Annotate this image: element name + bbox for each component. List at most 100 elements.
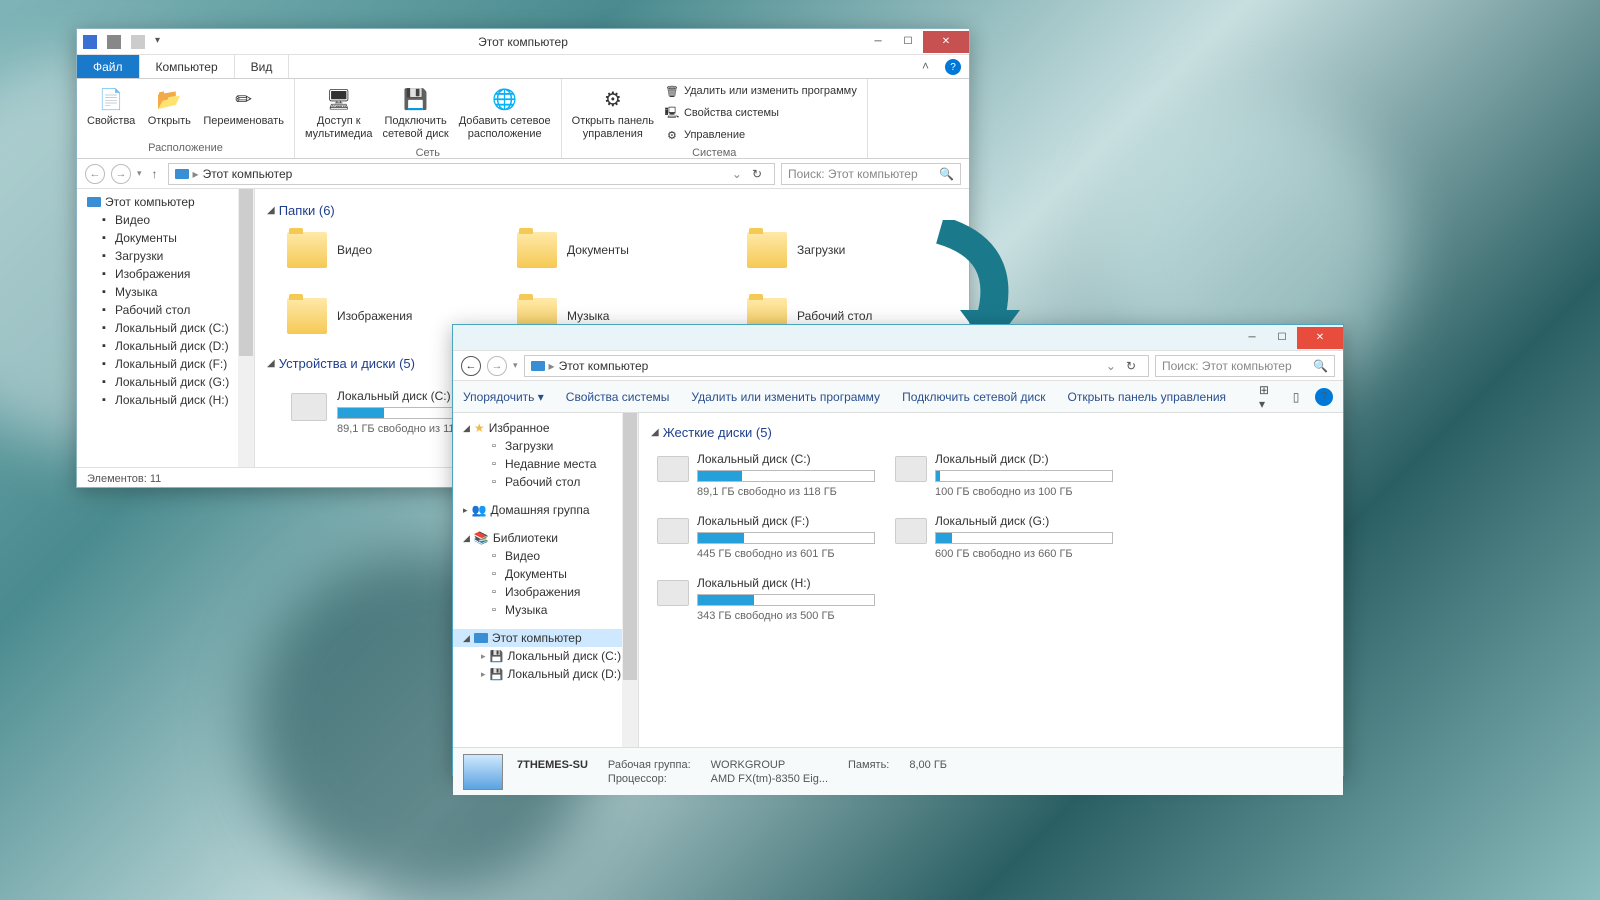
- tree-item[interactable]: ▪Рабочий стол: [77, 301, 254, 319]
- open-button[interactable]: 📂Открыть: [141, 81, 197, 140]
- drive-item[interactable]: Локальный диск (D:)100 ГБ свободно из 10…: [895, 452, 1113, 498]
- minimize-button[interactable]: ─: [1237, 327, 1267, 349]
- item-icon: ▫: [487, 549, 501, 563]
- tree-item[interactable]: ▪Изображения: [77, 265, 254, 283]
- titlebar[interactable]: ▾ Этот компьютер ─ ☐ ✕: [77, 29, 969, 55]
- drive-icon: [895, 518, 927, 544]
- tree-item[interactable]: ▫Документы: [453, 565, 638, 583]
- search-input[interactable]: Поиск: Этот компьютер🔍: [781, 163, 961, 185]
- breadcrumb-separator[interactable]: ▸: [193, 167, 199, 181]
- tree-item[interactable]: ▪Локальный диск (G:): [77, 373, 254, 391]
- tree-item[interactable]: ▫Музыка: [453, 601, 638, 619]
- detail-label: Память:: [848, 759, 889, 771]
- control-panel-button[interactable]: ⚙Открыть панель управления: [568, 81, 658, 145]
- qat-dropdown-icon[interactable]: ▾: [155, 35, 169, 49]
- media-access-button[interactable]: 🖥Доступ к мультимедиа: [301, 81, 377, 145]
- search-input[interactable]: Поиск: Этот компьютер🔍: [1155, 355, 1335, 377]
- tree-item[interactable]: ▫Недавние места: [453, 455, 638, 473]
- close-button[interactable]: ✕: [923, 31, 969, 53]
- map-network-drive-button[interactable]: Подключить сетевой диск: [902, 390, 1045, 404]
- tab-file[interactable]: Файл: [77, 55, 140, 78]
- up-button[interactable]: ↑: [148, 167, 162, 181]
- tab-view[interactable]: Вид: [235, 55, 290, 78]
- manage-button[interactable]: ⚙Управление: [660, 125, 861, 145]
- refresh-button[interactable]: ↻: [746, 167, 768, 181]
- maximize-button[interactable]: ☐: [893, 31, 923, 53]
- search-icon: 🔍: [1313, 359, 1328, 373]
- tree-item[interactable]: ▪Локальный диск (C:): [77, 319, 254, 337]
- system-properties-button[interactable]: 🖳Свойства системы: [660, 103, 861, 123]
- section-header-drives[interactable]: ◢Жесткие диски (5): [651, 425, 1331, 440]
- tree-item[interactable]: ▫Изображения: [453, 583, 638, 601]
- drive-item[interactable]: Локальный диск (F:)445 ГБ свободно из 60…: [657, 514, 875, 560]
- help-icon[interactable]: ?: [1315, 388, 1333, 406]
- properties-button[interactable]: 📄Свойства: [83, 81, 139, 140]
- folder-item[interactable]: Документы: [517, 232, 697, 268]
- tab-computer[interactable]: Компьютер: [140, 55, 235, 78]
- tree-item[interactable]: ▫Рабочий стол: [453, 473, 638, 491]
- tree-homegroup[interactable]: ▸ 👥 Домашняя группа: [453, 501, 638, 519]
- tree-favorites[interactable]: ◢ ★ Избранное: [453, 419, 638, 437]
- history-dropdown-icon[interactable]: ▾: [513, 360, 518, 371]
- titlebar[interactable]: ─ ☐ ✕: [453, 325, 1343, 351]
- tree-item[interactable]: ▪Локальный диск (H:): [77, 391, 254, 409]
- history-dropdown-icon[interactable]: ▾: [137, 168, 142, 179]
- tree-item[interactable]: ▫Видео: [453, 547, 638, 565]
- view-options-icon[interactable]: ⊞ ▾: [1259, 388, 1277, 406]
- drive-capacity-bar: [697, 470, 875, 482]
- breadcrumb-dropdown-icon[interactable]: ⌄: [732, 167, 742, 181]
- tree-this-pc[interactable]: ◢ Этот компьютер: [453, 629, 638, 647]
- tree-root-this-pc[interactable]: Этот компьютер: [77, 193, 254, 211]
- rename-button[interactable]: ✏Переименовать: [199, 81, 288, 140]
- folder-item[interactable]: Загрузки: [747, 232, 927, 268]
- breadcrumb[interactable]: ▸ Этот компьютер ⌄ ↻: [524, 355, 1149, 377]
- tree-libraries[interactable]: ◢ 📚 Библиотеки: [453, 529, 638, 547]
- back-button[interactable]: ←: [85, 164, 105, 184]
- tree-item[interactable]: ▪Локальный диск (D:): [77, 337, 254, 355]
- control-panel-button[interactable]: Открыть панель управления: [1067, 390, 1226, 404]
- minimize-button[interactable]: ─: [863, 31, 893, 53]
- drive-capacity-bar: [935, 470, 1113, 482]
- item-icon: ▫: [487, 585, 501, 599]
- preview-pane-icon[interactable]: ▯: [1287, 388, 1305, 406]
- tree-item[interactable]: ▪Видео: [77, 211, 254, 229]
- tree-item[interactable]: ▪Загрузки: [77, 247, 254, 265]
- map-network-drive-button[interactable]: 💾Подключить сетевой диск: [379, 81, 453, 145]
- collapse-ribbon-icon[interactable]: ˄: [914, 55, 937, 78]
- add-network-location-button[interactable]: 🌐Добавить сетевое расположение: [455, 81, 555, 145]
- forward-button[interactable]: →: [487, 356, 507, 376]
- qat-icon[interactable]: [131, 35, 145, 49]
- refresh-button[interactable]: ↻: [1120, 359, 1142, 373]
- breadcrumb-segment[interactable]: Этот компьютер: [559, 359, 649, 373]
- tree-item[interactable]: ▪Музыка: [77, 283, 254, 301]
- tree-item[interactable]: ▪Локальный диск (F:): [77, 355, 254, 373]
- drive-item[interactable]: Локальный диск (C:)89,1 ГБ свободно из 1…: [657, 452, 875, 498]
- folder-icon: [517, 232, 557, 268]
- drive-item[interactable]: Локальный диск (H:)343 ГБ свободно из 50…: [657, 576, 875, 622]
- uninstall-program-button[interactable]: Удалить или изменить программу: [691, 390, 880, 404]
- breadcrumb-segment[interactable]: Этот компьютер: [203, 167, 293, 181]
- organize-button[interactable]: Упорядочить ▾: [463, 390, 544, 404]
- tree-item[interactable]: ▸ 💾Локальный диск (D:): [453, 665, 638, 683]
- back-button[interactable]: ←: [461, 356, 481, 376]
- tree-item[interactable]: ▫Загрузки: [453, 437, 638, 455]
- breadcrumb[interactable]: ▸ Этот компьютер ⌄ ↻: [168, 163, 775, 185]
- system-properties-button[interactable]: Свойства системы: [566, 390, 670, 404]
- close-button[interactable]: ✕: [1297, 327, 1343, 349]
- scrollbar[interactable]: [238, 189, 254, 467]
- maximize-button[interactable]: ☐: [1267, 327, 1297, 349]
- scrollbar[interactable]: [622, 413, 638, 747]
- uninstall-program-button[interactable]: 🗑Удалить или изменить программу: [660, 81, 861, 101]
- tree-item[interactable]: ▸ 💾Локальный диск (C:): [453, 647, 638, 665]
- item-icon: ▪: [97, 393, 111, 407]
- forward-button[interactable]: →: [111, 164, 131, 184]
- breadcrumb-separator[interactable]: ▸: [549, 359, 555, 373]
- help-icon[interactable]: ?: [945, 59, 961, 75]
- breadcrumb-dropdown-icon[interactable]: ⌄: [1106, 359, 1116, 373]
- tree-item[interactable]: ▪Документы: [77, 229, 254, 247]
- folder-item[interactable]: Изображения: [287, 298, 467, 334]
- qat-icon[interactable]: [107, 35, 121, 49]
- drive-item[interactable]: Локальный диск (G:)600 ГБ свободно из 66…: [895, 514, 1113, 560]
- folder-item[interactable]: Видео: [287, 232, 467, 268]
- section-header-folders[interactable]: ◢Папки (6): [267, 203, 957, 218]
